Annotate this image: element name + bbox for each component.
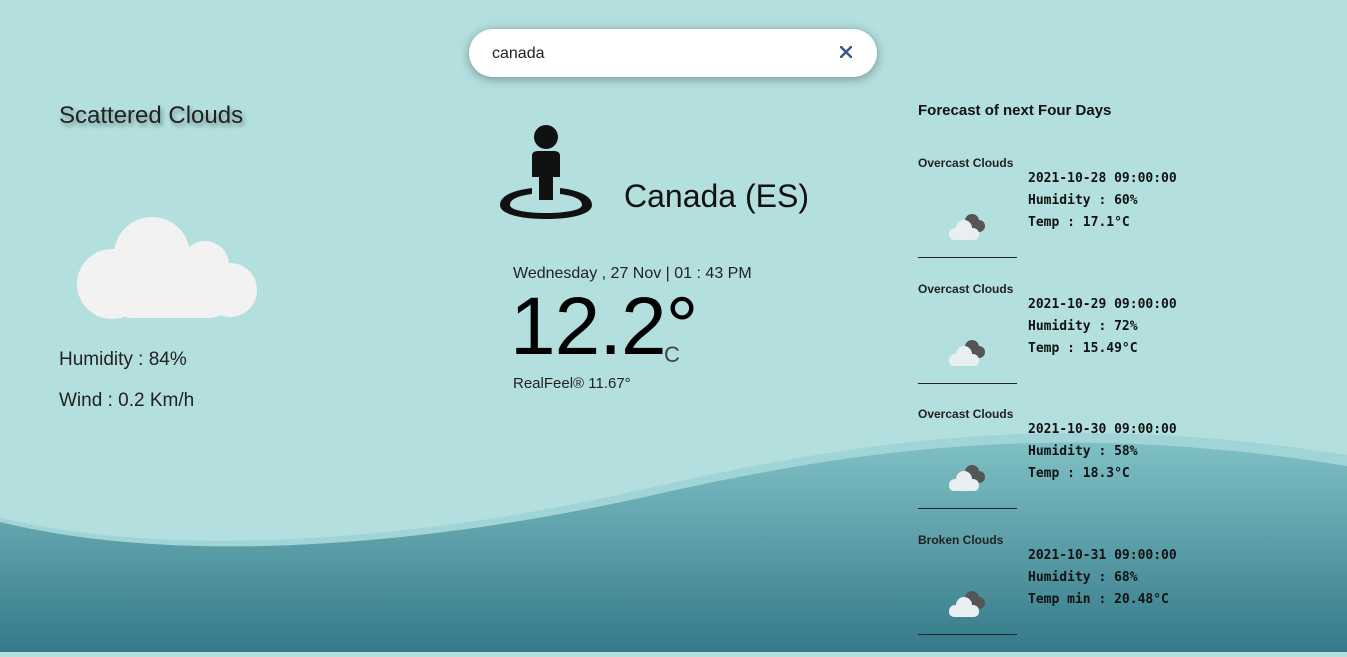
- overcast-clouds-icon: [949, 214, 985, 240]
- forecast-divider: [918, 257, 1017, 258]
- forecast-humidity: Humidity : 58%: [1028, 444, 1138, 459]
- forecast-date: 2021-10-28 09:00:00: [1028, 171, 1177, 186]
- forecast-divider: [918, 508, 1017, 509]
- forecast-condition: Broken Clouds: [918, 533, 1004, 547]
- city-name: Canada (ES): [624, 178, 809, 214]
- overcast-clouds-icon: [949, 340, 985, 366]
- forecast-divider: [918, 383, 1017, 384]
- overcast-clouds-icon: [949, 465, 985, 491]
- current-condition: Scattered Clouds: [59, 102, 244, 129]
- broken-clouds-icon: [949, 591, 985, 617]
- close-icon[interactable]: [837, 43, 855, 61]
- forecast-humidity: Humidity : 60%: [1028, 193, 1138, 208]
- forecast-humidity: Humidity : 72%: [1028, 319, 1138, 334]
- forecast-title: Forecast of next Four Days: [918, 102, 1112, 119]
- search-bar: [469, 29, 877, 77]
- forecast-divider: [918, 634, 1017, 635]
- current-humidity: Humidity : 84%: [59, 349, 187, 370]
- forecast-date: 2021-10-30 09:00:00: [1028, 422, 1177, 437]
- forecast-temp: Temp min : 20.48°C: [1028, 592, 1169, 607]
- current-wind: Wind : 0.2 Km/h: [59, 390, 195, 411]
- realfeel-temperature: RealFeel® 11.67°: [513, 375, 631, 392]
- forecast-item: Overcast Clouds 2021-10-30 09:00:00 Humi…: [918, 407, 1208, 531]
- forecast-condition: Overcast Clouds: [918, 282, 1014, 296]
- forecast-temp: Temp : 15.49°C: [1028, 341, 1138, 356]
- forecast-temp: Temp : 17.1°C: [1028, 215, 1130, 230]
- cloud-icon: [77, 217, 257, 319]
- forecast-item: Broken Clouds 2021-10-31 09:00:00 Humidi…: [918, 533, 1208, 657]
- forecast-item: Overcast Clouds 2021-10-28 09:00:00 Humi…: [918, 156, 1208, 280]
- temperature-unit: C: [664, 342, 680, 367]
- forecast-date: 2021-10-29 09:00:00: [1028, 297, 1177, 312]
- person-pin-icon: [500, 125, 592, 219]
- forecast-humidity: Humidity : 68%: [1028, 570, 1138, 585]
- search-input[interactable]: [490, 41, 834, 67]
- forecast-condition: Overcast Clouds: [918, 407, 1014, 421]
- forecast-condition: Overcast Clouds: [918, 156, 1014, 170]
- forecast-date: 2021-10-31 09:00:00: [1028, 548, 1177, 563]
- forecast-item: Overcast Clouds 2021-10-29 09:00:00 Humi…: [918, 282, 1208, 406]
- forecast-temp: Temp : 18.3°C: [1028, 466, 1130, 481]
